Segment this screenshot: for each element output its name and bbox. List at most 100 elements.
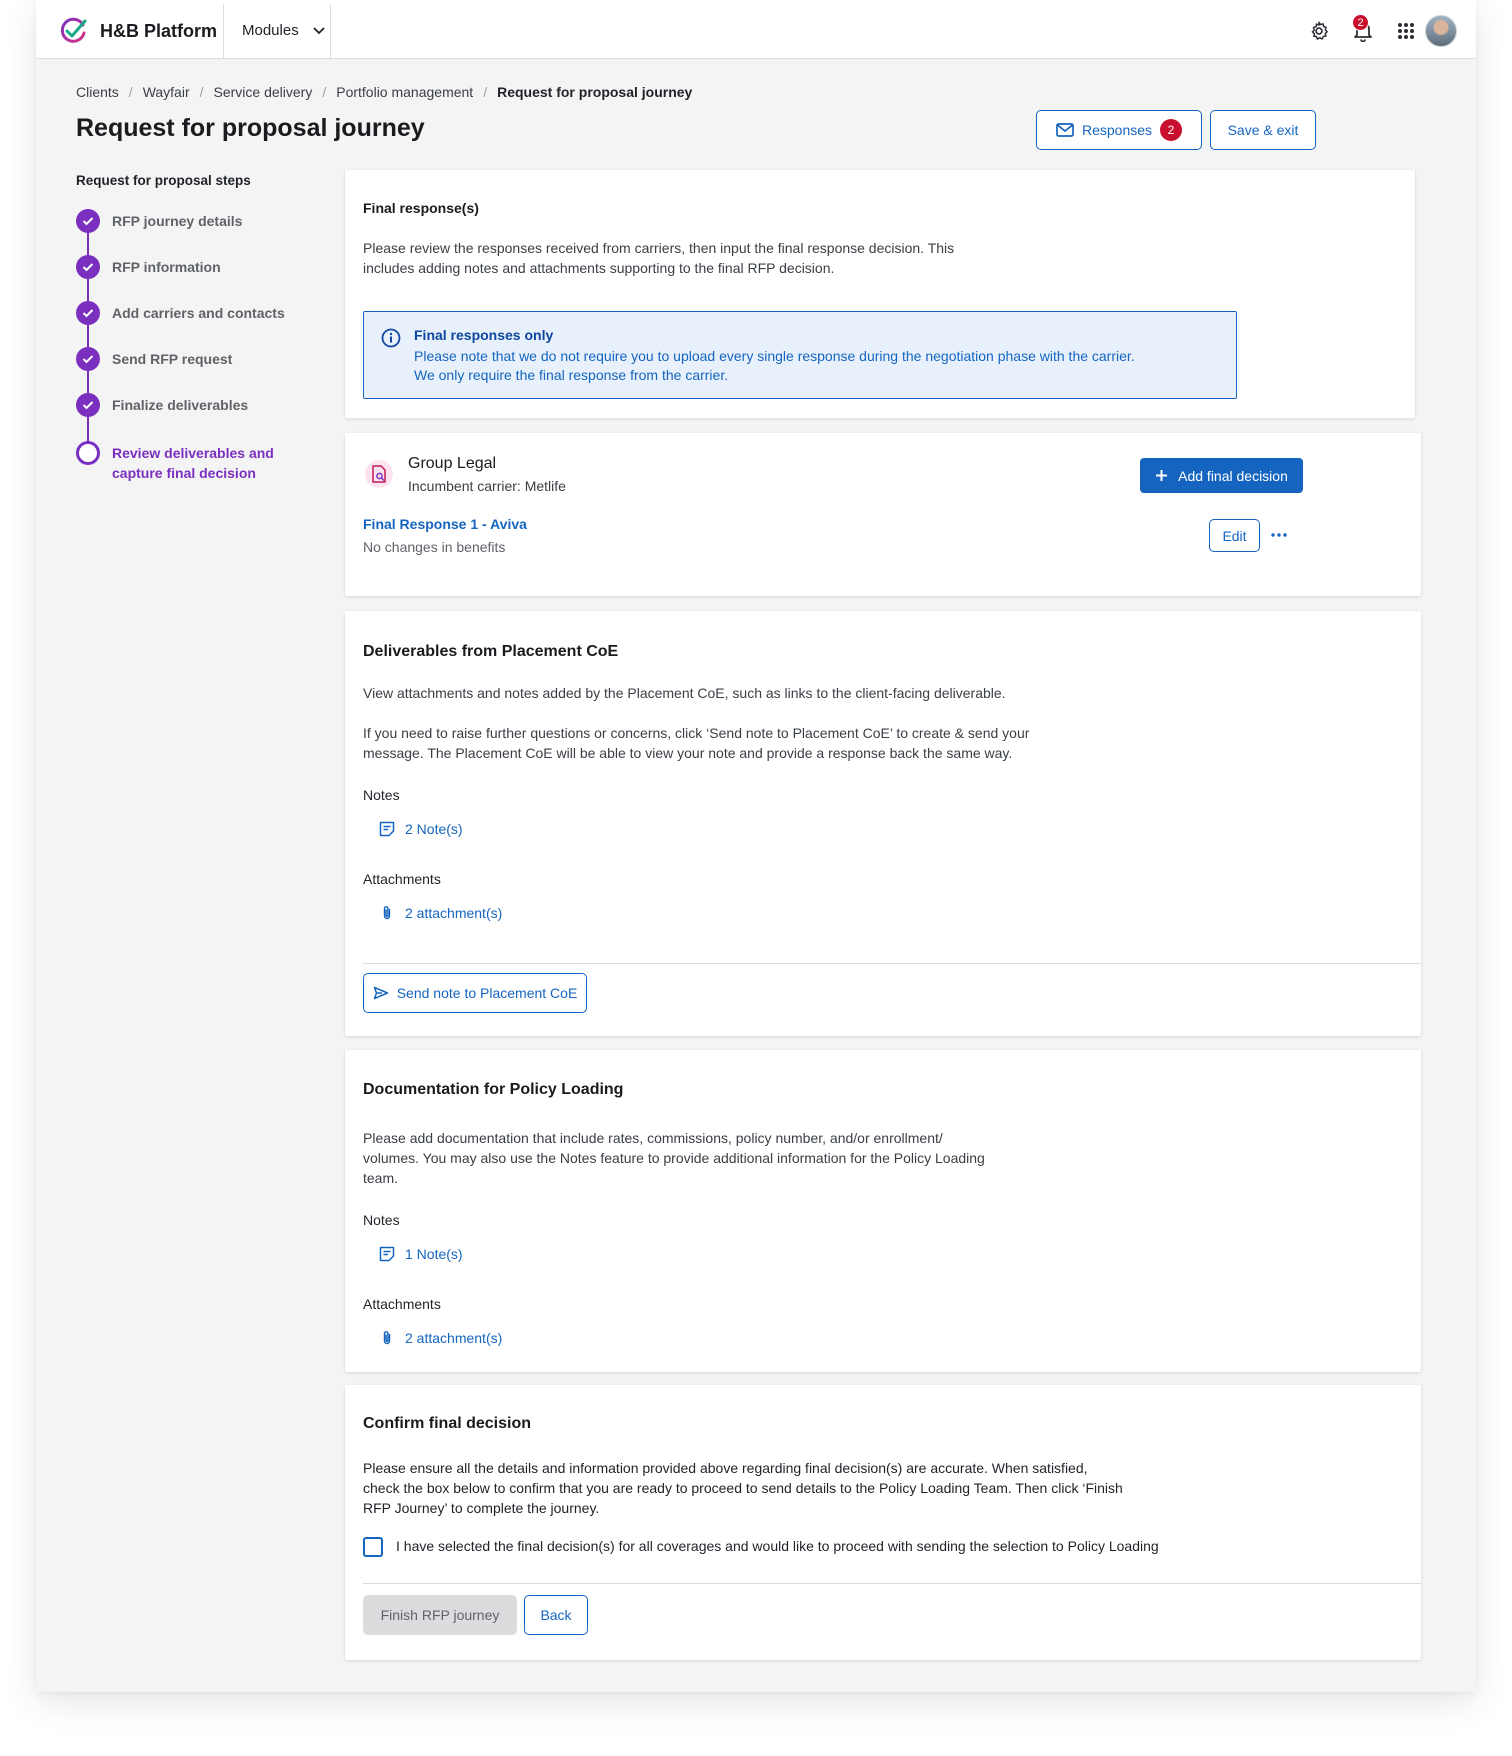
envelope-icon [1056,123,1074,137]
breadcrumb-service-delivery[interactable]: Service delivery [214,84,313,100]
info-banner: Final responses only Please note that we… [363,311,1237,399]
step-finalize-deliverables[interactable]: Finalize deliverables [76,393,248,417]
breadcrumb-separator: / [128,84,133,100]
breadcrumb-portfolio-management[interactable]: Portfolio management [336,84,473,100]
notes-label: Notes [363,787,400,803]
step-add-carriers[interactable]: Add carriers and contacts [76,301,285,325]
check-icon [76,209,100,233]
platform-logo-icon [60,17,87,43]
notes-link[interactable]: 2 Note(s) [379,821,463,837]
final-responses-title: Final response(s) [363,200,479,216]
info-title: Final responses only [414,327,554,343]
edit-label: Edit [1222,527,1247,544]
step-label: Finalize deliverables [112,397,249,413]
modules-menu[interactable]: Modules [242,22,325,39]
save-exit-label: Save & exit [1227,122,1299,138]
documentation-title: Documentation for Policy Loading [363,1081,624,1098]
incumbent-carrier: Incumbent carrier: Metlife [408,478,566,494]
confirm-para: Please ensure all the details and inform… [363,1460,1123,1516]
user-avatar[interactable] [1425,15,1457,47]
section-divider [363,1583,1421,1584]
divider [330,4,331,59]
paperclip-icon [383,906,391,920]
step-review-deliverables[interactable]: Review deliverables and capture final de… [76,441,302,483]
breadcrumb-current: Request for proposal journey [497,84,693,100]
check-icon [76,255,100,279]
attachments-label: Attachments [363,1296,441,1312]
send-note-button[interactable]: Send note to Placement CoE [363,973,587,1013]
info-text: Please note that we do not require you t… [414,348,1135,383]
step-label: RFP information [112,259,221,275]
final-response-subtitle: No changes in benefits [363,539,506,555]
step-label: Send RFP request [112,351,233,367]
grid-icon [1398,23,1414,39]
confirm-checkbox-label[interactable]: I have selected the final decision(s) fo… [396,1538,1159,1554]
notes-count: 2 Note(s) [405,821,463,837]
deliverables-para-2: If you need to raise further questions o… [363,725,1030,761]
edit-button[interactable]: Edit [1209,519,1260,552]
section-divider [363,963,1421,964]
deliverables-card: Deliverables from Placement CoE View att… [345,611,1421,1036]
save-exit-button[interactable]: Save & exit [1210,110,1316,150]
breadcrumb-separator: / [199,84,204,100]
documentation-para: Please add documentation that include ra… [363,1130,985,1186]
coverage-card: Group Legal Incumbent carrier: Metlife A… [345,433,1421,596]
breadcrumb-wayfair[interactable]: Wayfair [143,84,190,100]
confirm-checkbox[interactable] [363,1537,383,1557]
step-label: RFP journey details [112,213,243,229]
final-responses-card: Final response(s) Please review the resp… [345,170,1415,418]
add-final-decision-button[interactable]: Add final decision [1140,458,1303,493]
check-icon [76,347,100,371]
confirm-card: Confirm final decision Please ensure all… [345,1385,1421,1660]
back-button[interactable]: Back [524,1595,588,1635]
chevron-down-icon [313,26,325,34]
more-horizontal-icon [1271,533,1287,537]
responses-label: Responses [1081,122,1153,138]
more-options-button[interactable] [1267,523,1291,547]
app-title: H&B Platform [100,21,218,41]
note-icon [379,1246,395,1262]
info-icon [381,328,401,348]
steps-title: Request for proposal steps [76,173,251,188]
gear-icon [1311,21,1328,40]
modules-label: Modules [242,22,299,39]
finish-label: Finish RFP journey [380,1607,500,1623]
coverage-name: Group Legal [408,455,497,472]
confirm-title: Confirm final decision [363,1415,532,1432]
paperclip-icon [383,1331,391,1345]
final-response-link[interactable]: Final Response 1 - Aviva [363,516,527,532]
step-label: Add carriers and contacts [112,305,285,321]
check-icon [76,301,100,325]
note-icon [379,821,395,837]
app-window: H&B Platform Modules 2 Clients / Wayfair… [36,0,1476,1692]
page-title: Request for proposal journey [76,114,425,142]
notes-link[interactable]: 1 Note(s) [379,1246,463,1262]
check-icon [76,393,100,417]
finish-rfp-journey-button[interactable]: Finish RFP journey [363,1595,517,1635]
legal-document-icon [365,460,393,488]
step-rfp-information[interactable]: RFP information [76,255,221,279]
attachments-count: 2 attachment(s) [405,905,503,921]
divider [223,4,224,59]
attachments-label: Attachments [363,871,441,887]
breadcrumb-clients[interactable]: Clients [76,84,119,100]
breadcrumb-separator: / [483,84,488,100]
notes-label: Notes [363,1212,400,1228]
responses-button[interactable]: Responses 2 [1036,110,1202,150]
attachments-link[interactable]: 2 attachment(s) [379,1330,502,1346]
top-bar: H&B Platform Modules 2 [36,0,1476,59]
step-label: Review deliverables and capture final de… [112,445,274,481]
back-label: Back [540,1607,572,1623]
step-send-rfp-request[interactable]: Send RFP request [76,347,232,371]
responses-count-badge: 2 [1160,119,1183,141]
send-note-label: Send note to Placement CoE [396,985,578,1001]
deliverables-para-1: View attachments and notes added by the … [363,685,1006,701]
breadcrumb-separator: / [322,84,327,100]
add-final-decision-label: Add final decision [1178,467,1288,484]
settings-button[interactable] [1306,18,1332,44]
documentation-card: Documentation for Policy Loading Please … [345,1050,1421,1372]
breadcrumb: Clients / Wayfair / Service delivery / P… [76,84,692,100]
attachments-link[interactable]: 2 attachment(s) [379,905,502,921]
app-launcher-button[interactable] [1393,18,1419,44]
step-rfp-journey-details[interactable]: RFP journey details [76,209,242,233]
